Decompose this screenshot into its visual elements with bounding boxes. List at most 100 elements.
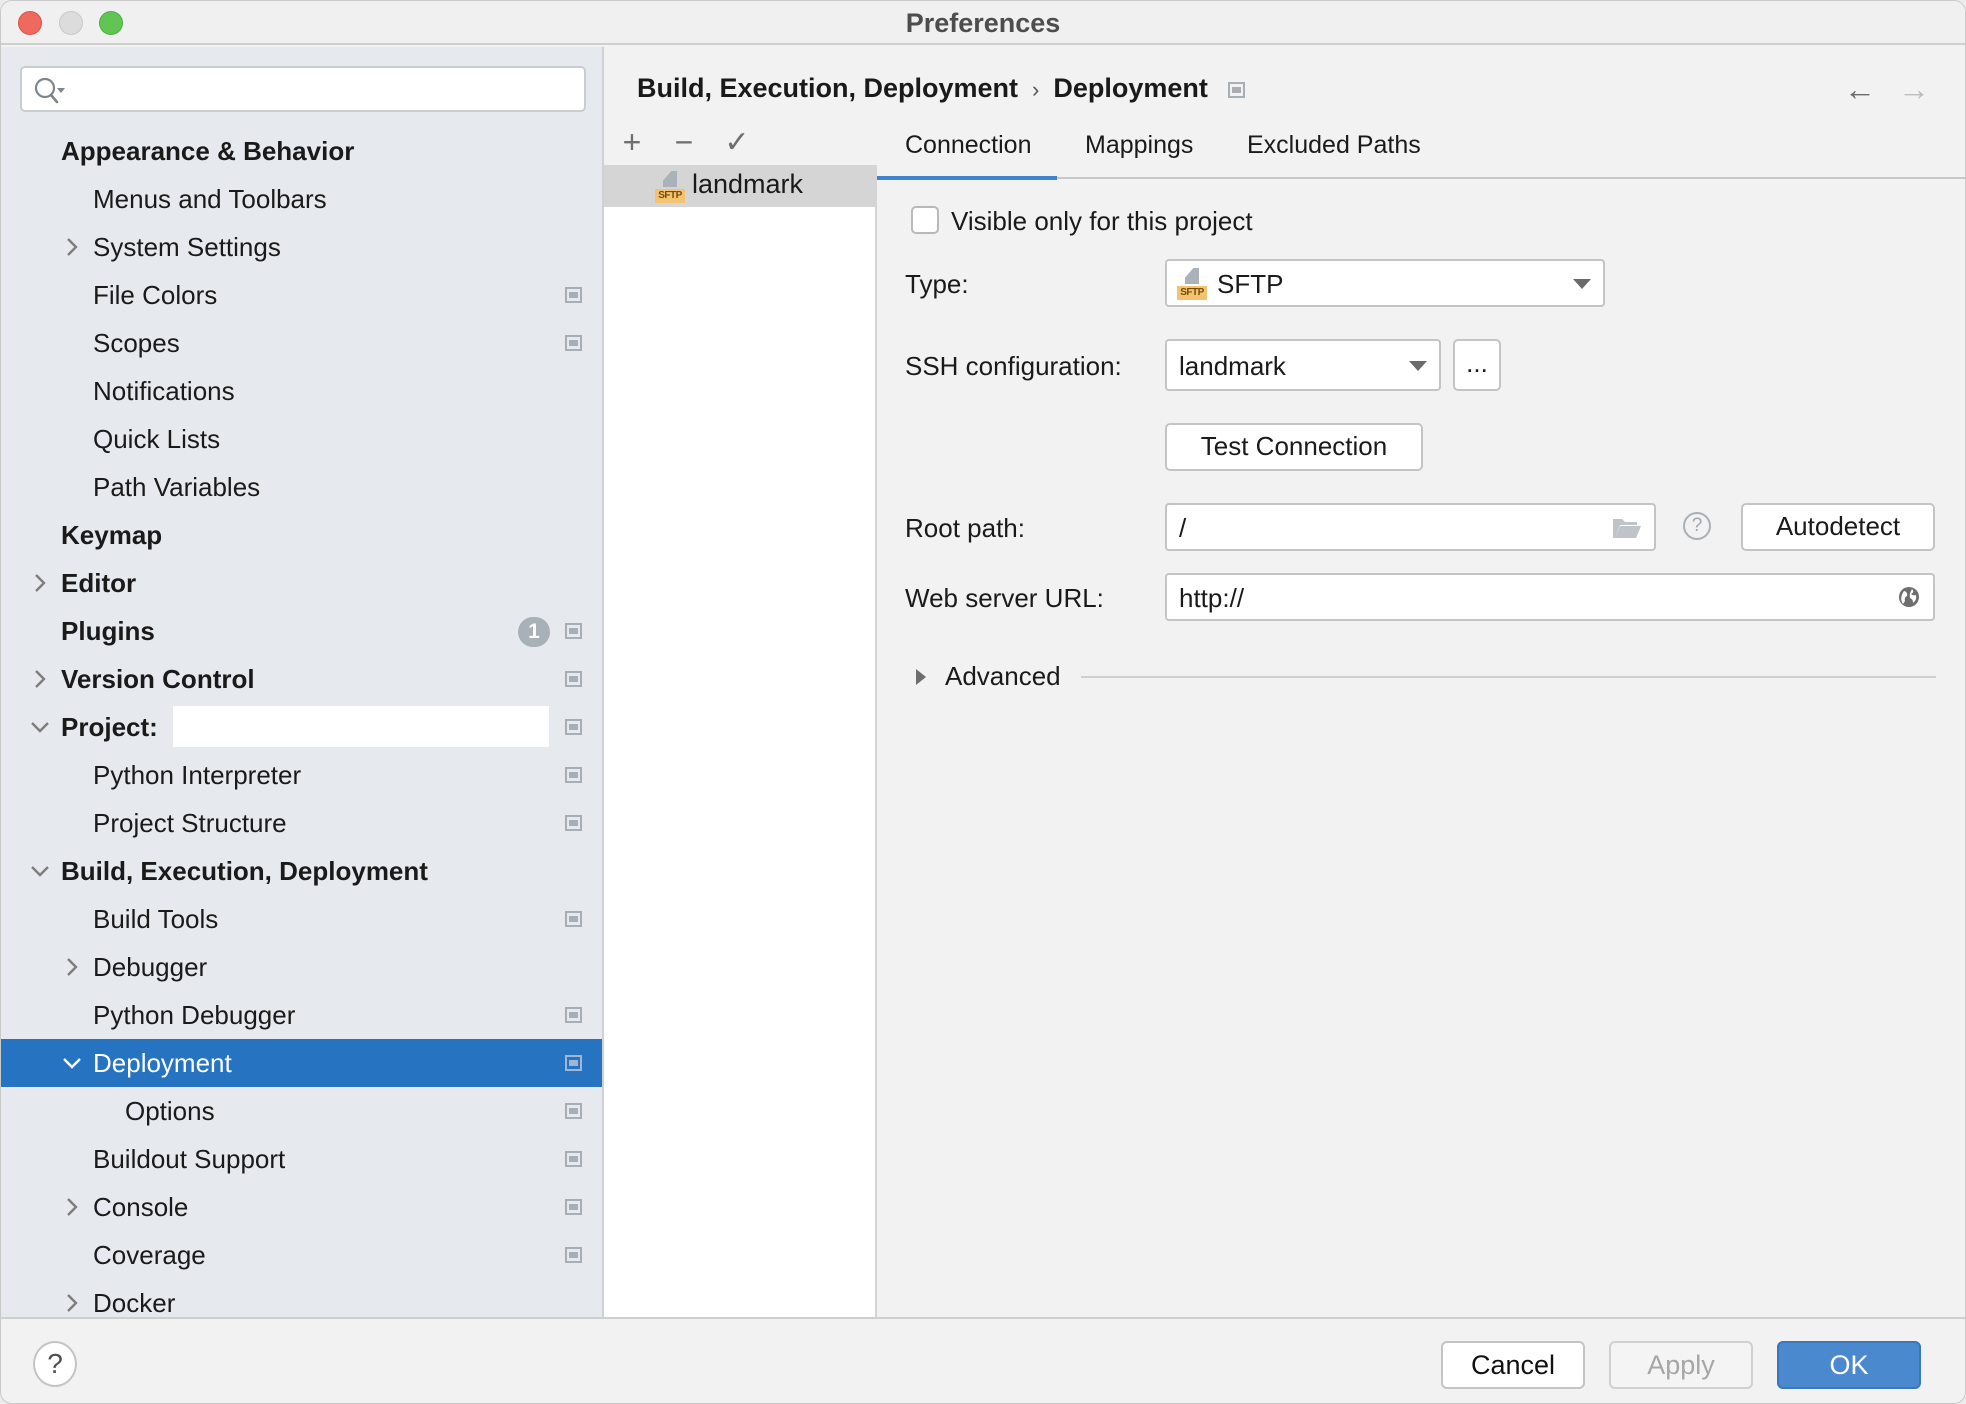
- sidebar-item[interactable]: Quick Lists: [1, 415, 602, 463]
- sidebar-item[interactable]: Build Tools: [1, 895, 602, 943]
- apply-button[interactable]: Apply: [1609, 1341, 1753, 1389]
- project-level-icon: [565, 719, 582, 735]
- tab-excluded-paths[interactable]: Excluded Paths: [1247, 131, 1421, 160]
- ok-button[interactable]: OK: [1777, 1341, 1921, 1389]
- forward-arrow-icon[interactable]: →: [1898, 71, 1930, 108]
- sidebar-item-label: Buildout Support: [93, 1143, 286, 1174]
- sidebar-item[interactable]: Plugins 1: [1, 607, 602, 655]
- sidebar-item[interactable]: Project:: [1, 703, 602, 751]
- sidebar-item-label: Keymap: [61, 519, 163, 550]
- settings-search-input[interactable]: [20, 66, 586, 112]
- sidebar-item-label: Project:: [61, 711, 158, 742]
- visible-only-checkbox[interactable]: [911, 206, 939, 234]
- plugin-updates-badge: 1: [518, 617, 550, 647]
- sidebar-item[interactable]: Scopes: [1, 319, 602, 367]
- ssh-configuration-more-button[interactable]: ...: [1453, 339, 1501, 391]
- tab-connection[interactable]: Connection: [876, 131, 1059, 180]
- sidebar-item-label: Quick Lists: [93, 423, 221, 454]
- chevron-right-icon[interactable]: [61, 1292, 83, 1314]
- project-level-icon: [565, 815, 582, 831]
- project-level-icon: [565, 1055, 582, 1071]
- window-title: Preferences: [905, 8, 1061, 38]
- project-level-icon: [565, 911, 582, 927]
- sidebar-item[interactable]: Path Variables: [1, 463, 602, 511]
- sidebar-item-label: Path Variables: [93, 471, 261, 502]
- sidebar-item-label: Notifications: [93, 375, 235, 406]
- sidebar-item[interactable]: Python Interpreter: [1, 751, 602, 799]
- sidebar-item[interactable]: Build, Execution, Deployment: [1, 847, 602, 895]
- sidebar-item[interactable]: Notifications: [1, 367, 602, 415]
- root-path-label: Root path:: [905, 513, 1025, 543]
- sidebar-item[interactable]: Editor: [1, 559, 602, 607]
- type-label: Type:: [905, 269, 969, 299]
- folder-icon[interactable]: [1612, 516, 1642, 540]
- help-button[interactable]: ?: [33, 1341, 77, 1387]
- sidebar-item[interactable]: File Colors: [1, 271, 602, 319]
- sidebar-item[interactable]: System Settings: [1, 223, 602, 271]
- breadcrumb-parent[interactable]: Build, Execution, Deployment: [637, 73, 1018, 103]
- project-level-icon: [565, 1007, 582, 1023]
- expand-triangle-icon[interactable]: [915, 668, 927, 686]
- sidebar-item[interactable]: Project Structure: [1, 799, 602, 847]
- sidebar-item[interactable]: Docker: [1, 1279, 602, 1327]
- sidebar-item-label: Plugins: [61, 615, 155, 646]
- sidebar-item[interactable]: Console: [1, 1183, 602, 1231]
- sidebar-item-label: Version Control: [61, 663, 255, 694]
- chevron-down-icon: [1573, 279, 1591, 289]
- settings-sidebar: Appearance & Behavior Menus and Toolbars S…: [1, 47, 604, 1318]
- sidebar-item-label: Scopes: [93, 327, 180, 358]
- server-list-item[interactable]: SFTP landmark: [604, 165, 877, 207]
- server-list-toolbar: + − ✓: [604, 119, 877, 165]
- sidebar-item-label: Python Debugger: [93, 999, 296, 1030]
- sidebar-item[interactable]: Menus and Toolbars: [1, 175, 602, 223]
- deployment-tabs: Connection Mappings Excluded Paths: [876, 119, 1965, 180]
- sidebar-item[interactable]: Options: [1, 1087, 602, 1135]
- back-arrow-icon[interactable]: ←: [1844, 71, 1876, 108]
- sidebar-item[interactable]: Version Control: [1, 655, 602, 703]
- ssh-configuration-label: SSH configuration:: [905, 351, 1122, 381]
- search-icon[interactable]: [32, 75, 66, 105]
- sidebar-item-label: Options: [125, 1095, 215, 1126]
- project-name-redacted: [173, 706, 549, 747]
- tab-mappings[interactable]: Mappings: [1085, 131, 1193, 160]
- sidebar-item[interactable]: Debugger: [1, 943, 602, 991]
- sidebar-item[interactable]: Keymap: [1, 511, 602, 559]
- chevron-right-icon[interactable]: [29, 572, 51, 594]
- advanced-section-toggle[interactable]: Advanced: [945, 661, 1061, 692]
- project-level-icon: [565, 767, 582, 783]
- chevron-right-icon[interactable]: [61, 236, 83, 258]
- ssh-configuration-dropdown[interactable]: landmark: [1165, 339, 1441, 391]
- footer-divider: [1, 1317, 1965, 1319]
- root-path-input[interactable]: /: [1165, 503, 1656, 551]
- project-level-icon: [565, 623, 582, 639]
- project-level-icon: [565, 1199, 582, 1215]
- sidebar-item-label: Build Tools: [93, 903, 219, 934]
- sidebar-item-label: Coverage: [93, 1239, 206, 1270]
- chevron-right-icon[interactable]: [61, 956, 83, 978]
- server-name: landmark: [692, 169, 804, 199]
- chevron-down-icon[interactable]: [29, 716, 51, 738]
- add-server-button[interactable]: +: [615, 124, 649, 160]
- web-server-url-input[interactable]: http://: [1165, 573, 1935, 621]
- sidebar-item[interactable]: Deployment: [1, 1039, 602, 1087]
- chevron-down-icon[interactable]: [29, 860, 51, 882]
- chevron-down-icon[interactable]: [61, 1052, 83, 1074]
- globe-icon[interactable]: [1897, 585, 1921, 609]
- sidebar-item[interactable]: Coverage: [1, 1231, 602, 1279]
- sidebar-item-label: Deployment: [93, 1047, 232, 1078]
- chevron-right-icon[interactable]: [61, 1196, 83, 1218]
- autodetect-button[interactable]: Autodetect: [1741, 503, 1935, 551]
- sidebar-item[interactable]: Buildout Support: [1, 1135, 602, 1183]
- test-connection-button[interactable]: Test Connection: [1165, 423, 1423, 471]
- set-default-checkmark-button[interactable]: ✓: [720, 125, 754, 159]
- help-icon[interactable]: ?: [1683, 512, 1711, 540]
- sidebar-item[interactable]: Appearance & Behavior: [1, 127, 602, 175]
- visible-only-label[interactable]: Visible only for this project: [951, 206, 1253, 237]
- cancel-button[interactable]: Cancel: [1441, 1341, 1585, 1389]
- sidebar-item-label: Python Interpreter: [93, 759, 302, 790]
- type-dropdown[interactable]: SFTP SFTP: [1165, 259, 1605, 307]
- web-server-url-label: Web server URL:: [905, 583, 1104, 613]
- chevron-right-icon[interactable]: [29, 668, 51, 690]
- sidebar-item[interactable]: Python Debugger: [1, 991, 602, 1039]
- remove-server-button[interactable]: −: [667, 124, 701, 160]
